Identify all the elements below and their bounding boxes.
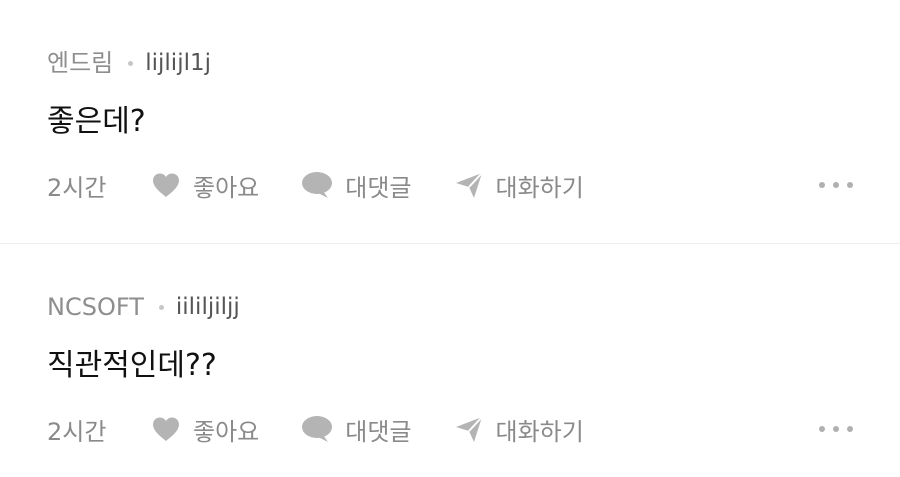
chat-label: 대화하기 [495,417,584,446]
heart-icon [153,173,179,197]
reply-button[interactable]: 대댓글 [301,412,412,447]
separator-dot [128,60,134,66]
speech-bubble-icon [302,416,333,442]
like-button[interactable]: 좋아요 [151,168,259,203]
more-dots-icon [819,182,825,188]
author-handle[interactable]: iililjiljj [176,288,240,326]
paper-plane-icon [455,172,483,198]
comment-time: 2시간 [47,417,107,446]
heart-icon [153,417,179,441]
comment-actions: 2시간 좋아요 대댓글 대화하기 [47,168,900,202]
more-options-button[interactable] [819,174,853,196]
comment-meta: NCSOFT iililjiljj [47,288,900,326]
reply-label: 대댓글 [345,417,412,446]
author-nickname[interactable]: NCSOFT [47,288,144,326]
speech-bubble-icon [302,172,333,198]
more-dot [847,182,853,188]
comment-item: NCSOFT iililjiljj 직관적인데?? 2시간 좋아요 대댓글 대화… [0,243,900,477]
more-dot [833,182,839,188]
more-dot [833,426,839,432]
author-nickname[interactable]: 엔드림 [47,44,113,82]
separator-dot [158,304,164,310]
reply-label: 대댓글 [345,173,412,202]
comment-meta: 엔드림 lijlijl1j [47,44,900,82]
like-label: 좋아요 [193,417,260,446]
comment-text: 직관적인데?? [47,348,217,383]
chat-label: 대화하기 [495,173,584,202]
more-dots-icon [819,426,825,432]
chat-button[interactable]: 대화하기 [454,412,584,447]
comment-item: 엔드림 lijlijl1j 좋은데? 2시간 좋아요 대댓글 대화하기 [0,0,900,243]
comment-list: 엔드림 lijlijl1j 좋은데? 2시간 좋아요 대댓글 대화하기 NCSO… [0,0,900,477]
chat-button[interactable]: 대화하기 [454,168,584,203]
like-label: 좋아요 [193,173,260,202]
more-options-button[interactable] [819,418,853,440]
comment-time: 2시간 [47,173,107,202]
comment-text: 좋은데? [47,104,146,139]
comment-actions: 2시간 좋아요 대댓글 대화하기 [47,412,900,446]
like-button[interactable]: 좋아요 [151,412,259,447]
reply-button[interactable]: 대댓글 [301,168,412,203]
paper-plane-icon [455,416,483,442]
more-dot [847,426,853,432]
author-handle[interactable]: lijlijl1j [145,44,211,82]
